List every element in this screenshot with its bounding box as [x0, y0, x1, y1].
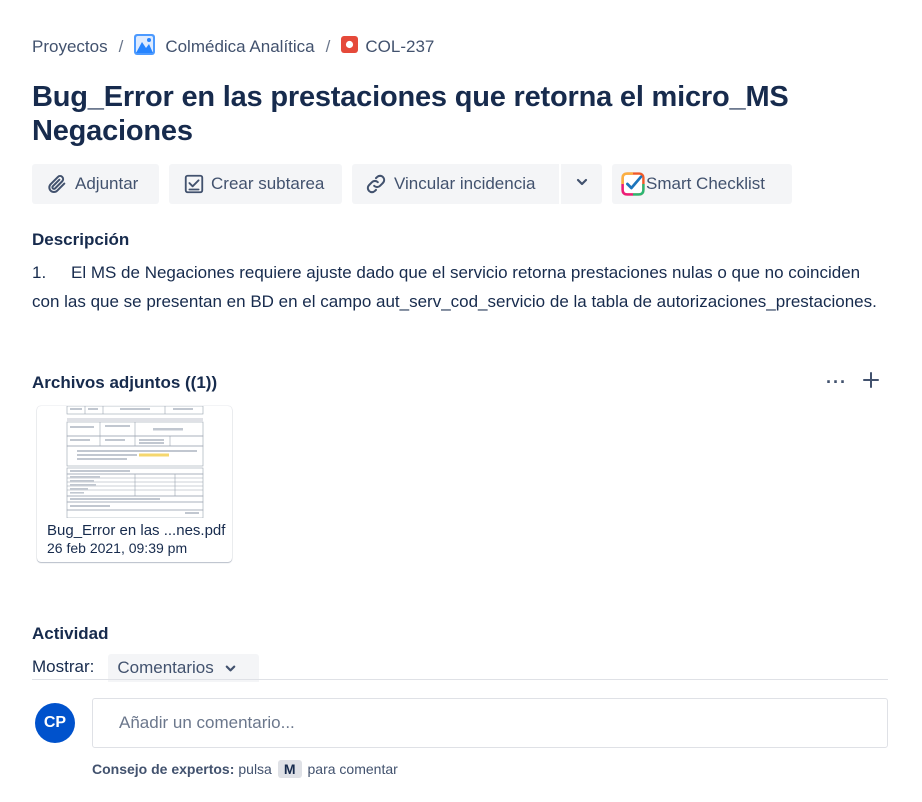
- breadcrumb-issue-key[interactable]: COL-237: [365, 37, 434, 57]
- activity-heading: Actividad: [32, 624, 109, 643]
- breadcrumb-issue[interactable]: COL-237: [341, 36, 434, 58]
- avatar[interactable]: CP: [35, 703, 75, 743]
- chevron-down-icon: [575, 174, 589, 194]
- description-list-number: 1.: [32, 263, 47, 282]
- pro-tip-before: pulsa: [238, 761, 272, 777]
- breadcrumb-projects[interactable]: Proyectos: [32, 37, 108, 57]
- attachments-actions: ···: [826, 372, 879, 393]
- paperclip-icon: [45, 172, 69, 196]
- breadcrumb-project[interactable]: Colmédica Analítica: [134, 34, 315, 60]
- breadcrumb-projects-label[interactable]: Proyectos: [32, 37, 108, 57]
- attach-button-label: Adjuntar: [75, 174, 139, 193]
- link-issue-label: Vincular incidencia: [394, 174, 536, 193]
- breadcrumb: Proyectos / Colmédica Analítica / COL-23…: [32, 34, 434, 60]
- keyboard-shortcut-key: M: [277, 760, 302, 778]
- subtask-checkbox-icon: [182, 172, 206, 196]
- smart-checklist-button[interactable]: Smart Checklist: [612, 164, 792, 204]
- description-body[interactable]: 1. El MS de Negaciones requiere ajuste da…: [32, 258, 882, 316]
- bug-icon: [341, 36, 359, 58]
- attachment-filename: Bug_Error en las ...nes.pdf: [47, 522, 226, 539]
- attachment-date: 26 feb 2021, 09:39 pm: [47, 540, 188, 556]
- breadcrumb-separator: /: [118, 37, 124, 56]
- project-mountain-icon: [134, 34, 156, 60]
- show-label: Mostrar:: [32, 657, 95, 676]
- activity-filter-select[interactable]: Comentarios: [108, 654, 260, 682]
- pro-tip-after: para comentar: [307, 761, 398, 777]
- smart-checklist-icon: [621, 172, 645, 196]
- activity-filter-value: Comentarios: [117, 658, 214, 677]
- smart-checklist-label: Smart Checklist: [646, 174, 766, 193]
- attachment-card[interactable]: Bug_Error en las ...nes.pdf 26 feb 2021,…: [37, 406, 232, 562]
- attach-button[interactable]: Adjuntar: [32, 164, 159, 204]
- description-heading: Descripción: [32, 230, 130, 249]
- add-attachment-icon[interactable]: [862, 372, 879, 393]
- link-icon: [364, 172, 388, 196]
- more-actions-dropdown[interactable]: [561, 164, 602, 204]
- pdf-thumbnail: [65, 406, 205, 519]
- breadcrumb-project-label[interactable]: Colmédica Analítica: [165, 37, 314, 57]
- pro-tip-label: Consejo de expertos:: [92, 761, 235, 777]
- create-subtask-label: Crear subtarea: [211, 174, 325, 193]
- pro-tip: Consejo de expertos: pulsa M para coment…: [92, 760, 398, 778]
- attachments-heading: Archivos adjuntos ((1)): [32, 373, 218, 392]
- issue-title[interactable]: Bug_Error en las prestaciones que retorn…: [32, 80, 872, 148]
- create-subtask-button[interactable]: Crear subtarea: [169, 164, 342, 204]
- link-issue-button[interactable]: Vincular incidencia: [352, 164, 559, 204]
- chevron-down-icon: [224, 662, 237, 675]
- activity-filter-row: Mostrar: Comentarios: [32, 654, 260, 682]
- issue-toolbar: Adjuntar Crear subtarea Vincular inciden…: [32, 164, 792, 204]
- activity-divider: [32, 679, 888, 680]
- description-text: El MS de Negaciones requiere ajuste dado…: [32, 263, 877, 311]
- comment-input[interactable]: [92, 698, 888, 748]
- breadcrumb-separator: /: [325, 37, 331, 56]
- more-options-icon[interactable]: ···: [826, 372, 847, 393]
